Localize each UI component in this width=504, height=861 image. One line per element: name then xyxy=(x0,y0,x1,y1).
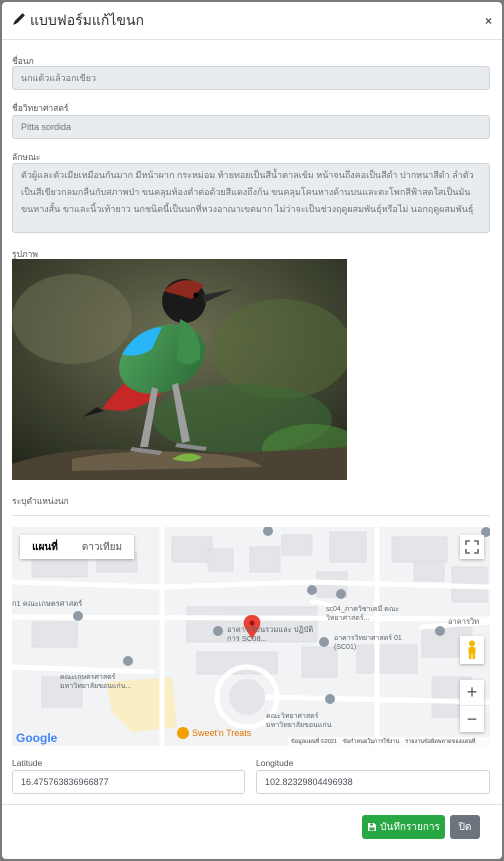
scientific-name-field[interactable]: Pitta sordida xyxy=(12,115,490,139)
map-label: อาคารวิท xyxy=(448,617,480,626)
location-label: ระบุตำแหน่งนก xyxy=(12,496,69,506)
close-button[interactable]: ปิด xyxy=(450,815,480,839)
map-data-credit: ข้อมูลแผนที่ ©2021 xyxy=(291,738,338,745)
zoom-out-button[interactable]: − xyxy=(460,706,484,732)
description-label: ลักษณะ xyxy=(12,152,41,162)
zoom-control: + − xyxy=(460,680,484,732)
latitude-label: Latitude xyxy=(12,758,43,768)
map-container[interactable]: ก1 คณะเกษตรศาสตร์ sc04_ภาควิชาเคมี คณะวิ… xyxy=(12,527,490,746)
tab-map[interactable]: แผนที่ xyxy=(20,535,70,559)
save-button-label: บันทึกรายการ xyxy=(380,821,440,833)
map-label: ก1 คณะเกษตรศาสตร์ xyxy=(12,599,83,608)
map-label: คณะวิทยาศาสตร์ มหาวิทยาลัยขอนแก่น xyxy=(266,713,332,729)
modal-header: แบบฟอร์มแก้ไขนก × xyxy=(2,2,502,40)
edit-bird-modal: แบบฟอร์มแก้ไขนก × ชื่อนก นกแต้วแล้วอกเขี… xyxy=(2,2,502,859)
fullscreen-icon xyxy=(465,540,479,554)
save-icon xyxy=(368,823,377,831)
description-field[interactable]: ตัวผู้และตัวเมียเหมือนกันมาก มีหน้าผาก ก… xyxy=(12,163,490,233)
zoom-in-button[interactable]: + xyxy=(460,680,484,706)
map-footer: ข้อมูลแผนที่ ©2021 ข้อกำหนดในการใช้งาน ร… xyxy=(288,737,490,746)
google-logo[interactable]: Google xyxy=(16,731,57,745)
modal-title: แบบฟอร์มแก้ไขนก xyxy=(12,10,144,32)
map-terms-link[interactable]: ข้อกำหนดในการใช้งาน xyxy=(343,738,399,746)
map-label: อาคารเรียนรวมและ ปฏิบัติการ SC08... xyxy=(227,625,314,643)
map-report-link[interactable]: รายงานข้อผิดพลาดของแผนที่ xyxy=(405,738,475,746)
footer-divider xyxy=(2,804,502,805)
street-view-button[interactable] xyxy=(460,636,484,664)
map-label: Sweet'n Treats xyxy=(192,728,252,738)
location-divider xyxy=(12,515,490,516)
longitude-input[interactable]: 102.82329804496938 xyxy=(256,770,490,794)
pegman-icon xyxy=(468,640,476,659)
save-button[interactable]: บันทึกรายการ xyxy=(362,815,445,839)
scientific-name-label: ชื่อวิทยาศาสตร์ xyxy=(12,103,69,113)
modal-title-text: แบบฟอร์มแก้ไขนก xyxy=(30,11,145,28)
close-icon[interactable]: × xyxy=(485,14,492,28)
fullscreen-button[interactable] xyxy=(460,535,484,559)
tab-satellite[interactable]: ดาวเทียม xyxy=(70,535,134,559)
map-type-control: แผนที่ ดาวเทียม xyxy=(20,535,134,559)
map-label: อาคารวิทยาศาสตร์ 01 (SC01) xyxy=(334,635,402,651)
pencil-icon xyxy=(12,12,30,29)
latitude-input[interactable]: 16.475763836966877 xyxy=(12,770,245,794)
bird-name-field[interactable]: นกแต้วแล้วอกเขียว xyxy=(12,66,490,90)
map-label: คณะเกษตรศาสตร์ มหาวิทยาลัยขอนแก่น... xyxy=(60,674,132,690)
bird-photo xyxy=(12,259,347,480)
map-label: sc04_ภาควิชาเคมี คณะวิทยาศาสตร์... xyxy=(326,606,400,622)
longitude-label: Longitude xyxy=(256,758,294,768)
